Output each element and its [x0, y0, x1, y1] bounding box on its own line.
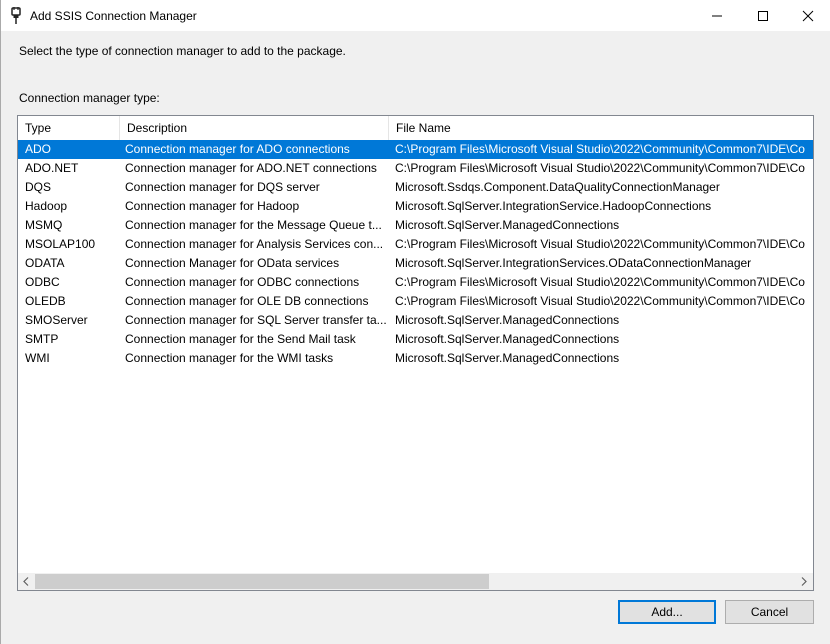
cell-type: SMTP [25, 332, 59, 346]
list-item[interactable]: MSOLAP100 Connection manager for Analysis… [18, 235, 813, 254]
cell-file-name: C:\Program Files\Microsoft Visual Studio… [395, 275, 805, 289]
add-ssis-connection-manager-dialog: Add SSIS Connection Manager Select the t… [0, 0, 830, 644]
cell-file-name: Microsoft.Ssdqs.Component.DataQualityCon… [395, 180, 720, 194]
ssis-connection-icon [10, 7, 22, 25]
scroll-thumb[interactable] [35, 574, 489, 589]
cell-type: MSOLAP100 [25, 237, 96, 251]
list-rows: ADO Connection manager for ADO connection… [18, 140, 813, 368]
cell-file-name: C:\Program Files\Microsoft Visual Studio… [395, 161, 805, 175]
cell-description: Connection manager for Analysis Services… [125, 237, 384, 251]
cell-description: Connection manager for the Send Mail tas… [125, 332, 356, 346]
cell-description: Connection manager for OLE DB connection… [125, 294, 369, 308]
title-bar[interactable]: Add SSIS Connection Manager [1, 0, 830, 31]
minimize-icon [712, 15, 722, 17]
cell-file-name: Microsoft.SqlServer.ManagedConnections [395, 313, 620, 327]
list-item[interactable]: DQS Connection manager for DQS server Micr… [18, 178, 813, 197]
cell-file-name: C:\Program Files\Microsoft Visual Studio… [395, 237, 805, 251]
cell-type: MSMQ [25, 218, 63, 232]
list-item[interactable]: OLEDB Connection manager for OLE DB conne… [18, 292, 813, 311]
cell-type: WMI [25, 351, 50, 365]
cell-file-name: Microsoft.SqlServer.ManagedConnections [395, 332, 620, 346]
cell-type: DQS [25, 180, 52, 194]
cell-description: Connection manager for DQS server [125, 180, 320, 194]
cell-type: ADO [25, 142, 52, 156]
instruction-text: Select the type of connection manager to… [19, 44, 346, 58]
cell-description: Connection manager for the Message Queue… [125, 218, 382, 232]
connection-type-label: Connection manager type: [19, 91, 160, 105]
close-button[interactable] [785, 0, 830, 31]
list-item[interactable]: ADO.NET Connection manager for ADO.NET co… [18, 159, 813, 178]
cell-type: Hadoop [25, 199, 68, 213]
maximize-button[interactable] [740, 0, 786, 31]
column-header-description[interactable]: Description [120, 116, 389, 140]
close-icon [802, 10, 814, 22]
cell-type: ODATA [25, 256, 65, 270]
cell-file-name: Microsoft.SqlServer.ManagedConnections [395, 218, 620, 232]
column-header-file-name[interactable]: File Name [389, 116, 813, 140]
list-item[interactable]: ODATA Connection Manager for OData servic… [18, 254, 813, 273]
list-item[interactable]: WMI Connection manager for the WMI tasks M… [18, 349, 813, 368]
cell-description: Connection Manager for OData services [125, 256, 340, 270]
cell-type: OLEDB [25, 294, 66, 308]
scroll-left-button[interactable] [18, 573, 35, 590]
cell-description: Connection manager for ADO.NET connectio… [125, 161, 377, 175]
cell-file-name: Microsoft.SqlServer.ManagedConnections [395, 351, 620, 365]
scroll-right-button[interactable] [796, 573, 813, 590]
add-button[interactable]: Add... [618, 600, 716, 624]
list-item[interactable]: ADO Connection manager for ADO connection… [18, 140, 813, 159]
maximize-icon [758, 11, 768, 21]
chevron-right-icon [801, 577, 807, 586]
column-header-type[interactable]: Type [18, 116, 120, 140]
list-item[interactable]: Hadoop Connection manager for Hadoop Micro… [18, 197, 813, 216]
window-title: Add SSIS Connection Manager [30, 9, 197, 23]
cell-description: Connection manager for SQL Server transf… [125, 313, 387, 327]
cell-description: Connection manager for ODBC connections [125, 275, 360, 289]
cell-file-name: C:\Program Files\Microsoft Visual Studio… [395, 142, 805, 156]
cell-description: Connection manager for ADO connections [125, 142, 350, 156]
chevron-left-icon [23, 577, 29, 586]
cell-type: SMOServer [25, 313, 88, 327]
cell-type: ADO.NET [25, 161, 79, 175]
cell-file-name: Microsoft.SqlServer.IntegrationServices.… [395, 256, 752, 270]
cell-description: Connection manager for the WMI tasks [125, 351, 334, 365]
cancel-button[interactable]: Cancel [725, 600, 814, 624]
list-item[interactable]: SMOServer Connection manager for SQL Serv… [18, 311, 813, 330]
list-header: Type Description File Name [18, 116, 813, 140]
connection-type-list[interactable]: Type Description File Name ADO Connection… [17, 115, 814, 591]
cell-file-name: Microsoft.SqlServer.IntegrationService.H… [395, 199, 712, 213]
cell-type: ODBC [25, 275, 60, 289]
cell-file-name: C:\Program Files\Microsoft Visual Studio… [395, 294, 805, 308]
list-item[interactable]: MSMQ Connection manager for the Message Q… [18, 216, 813, 235]
list-item[interactable]: SMTP Connection manager for the Send Mail… [18, 330, 813, 349]
minimize-button[interactable] [694, 0, 740, 31]
cell-description: Connection manager for Hadoop [125, 199, 300, 213]
horizontal-scrollbar[interactable] [18, 573, 813, 590]
list-item[interactable]: ODBC Connection manager for ODBC connecti… [18, 273, 813, 292]
